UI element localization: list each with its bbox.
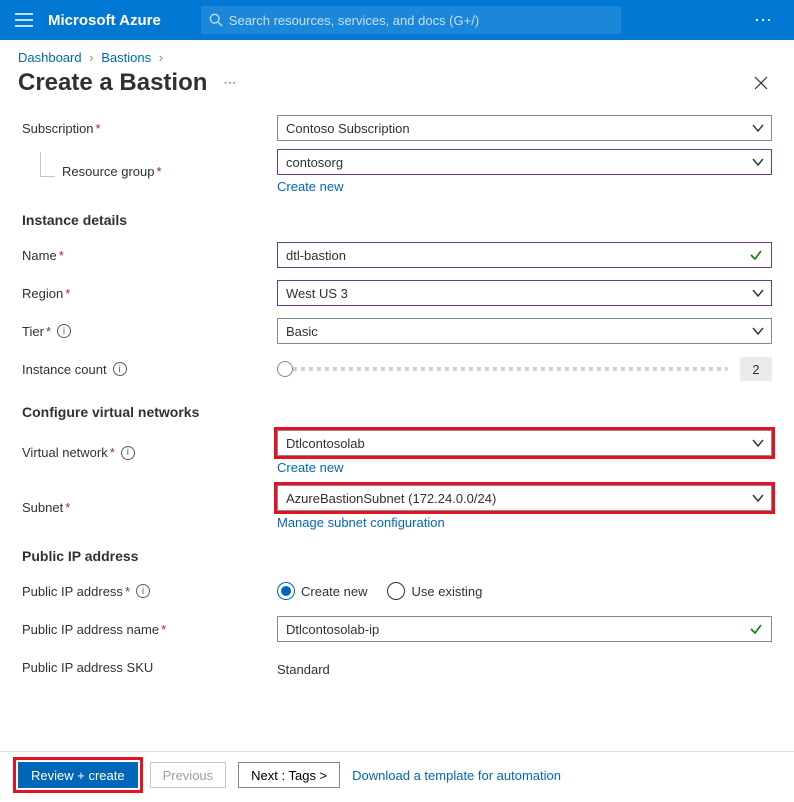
slider-thumb[interactable] — [277, 361, 293, 377]
instance-count-slider[interactable] — [277, 367, 728, 371]
menu-icon[interactable] — [8, 4, 40, 36]
brand-label: Microsoft Azure — [48, 12, 161, 29]
chevron-down-icon — [751, 436, 765, 450]
check-icon — [749, 622, 763, 636]
section-vnet: Configure virtual networks — [22, 404, 772, 420]
download-template-link[interactable]: Download a template for automation — [352, 768, 561, 783]
pip-sku-value: Standard — [277, 658, 772, 677]
form-content: Subscription* Contoso Subscription Resou… — [0, 111, 794, 751]
name-label: Name* — [22, 248, 277, 263]
chevron-right-icon: › — [159, 50, 163, 65]
resource-group-label: Resource group* — [22, 164, 277, 179]
next-button[interactable]: Next : Tags > — [238, 762, 340, 788]
overflow-icon[interactable]: ⋯ — [742, 10, 786, 31]
pip-sku-label: Public IP address SKU — [22, 660, 277, 675]
breadcrumb-item[interactable]: Dashboard — [18, 50, 82, 65]
previous-button: Previous — [150, 762, 227, 788]
name-input[interactable]: dtl-bastion — [277, 242, 772, 268]
search-icon — [209, 13, 223, 27]
close-icon[interactable] — [746, 72, 776, 94]
create-new-rg-link[interactable]: Create new — [277, 179, 343, 194]
review-create-button[interactable]: Review + create — [18, 762, 138, 788]
subscription-select[interactable]: Contoso Subscription — [277, 115, 772, 141]
breadcrumb-item[interactable]: Bastions — [101, 50, 151, 65]
check-icon — [749, 248, 763, 262]
subnet-label: Subnet* — [22, 500, 277, 515]
chevron-down-icon — [751, 121, 765, 135]
chevron-down-icon — [751, 286, 765, 300]
page-title: Create a Bastion — [18, 69, 207, 97]
info-icon[interactable]: i — [121, 446, 135, 460]
section-instance-details: Instance details — [22, 212, 772, 228]
instance-count-label: Instance counti — [22, 362, 277, 377]
vnet-select[interactable]: Dtlcontosolab — [277, 430, 772, 456]
info-icon[interactable]: i — [136, 584, 150, 598]
pip-name-input[interactable]: Dtlcontosolab-ip — [277, 616, 772, 642]
page-header: Create a Bastion ⋯ — [0, 69, 794, 111]
tier-label: Tier*i — [22, 324, 277, 339]
pip-mode-radio-group: Create new Use existing — [277, 582, 772, 600]
chevron-down-icon — [751, 155, 765, 169]
manage-subnet-link[interactable]: Manage subnet configuration — [277, 515, 445, 530]
pip-create-new-radio[interactable]: Create new — [277, 582, 367, 600]
pip-name-label: Public IP address name* — [22, 622, 277, 637]
region-select[interactable]: West US 3 — [277, 280, 772, 306]
info-icon[interactable]: i — [113, 362, 127, 376]
footer: Review + create Previous Next : Tags > D… — [0, 751, 794, 802]
chevron-down-icon — [751, 324, 765, 338]
region-label: Region* — [22, 286, 277, 301]
chevron-down-icon — [751, 491, 765, 505]
topbar: Microsoft Azure ⋯ — [0, 0, 794, 40]
breadcrumb: Dashboard › Bastions › — [0, 40, 794, 69]
resource-group-select[interactable]: contosorg — [277, 149, 772, 175]
vnet-label: Virtual network*i — [22, 445, 277, 460]
subscription-label: Subscription* — [22, 121, 277, 136]
create-new-vnet-link[interactable]: Create new — [277, 460, 343, 475]
search-input[interactable] — [229, 13, 613, 28]
global-search[interactable] — [201, 6, 621, 34]
info-icon[interactable]: i — [57, 324, 71, 338]
pip-mode-label: Public IP address*i — [22, 584, 277, 599]
more-icon[interactable]: ⋯ — [223, 75, 236, 91]
subnet-select[interactable]: AzureBastionSubnet (172.24.0.0/24) — [277, 485, 772, 511]
section-pip: Public IP address — [22, 548, 772, 564]
instance-count-value: 2 — [740, 357, 772, 381]
pip-use-existing-radio[interactable]: Use existing — [387, 582, 482, 600]
chevron-right-icon: › — [89, 50, 93, 65]
tier-select[interactable]: Basic — [277, 318, 772, 344]
